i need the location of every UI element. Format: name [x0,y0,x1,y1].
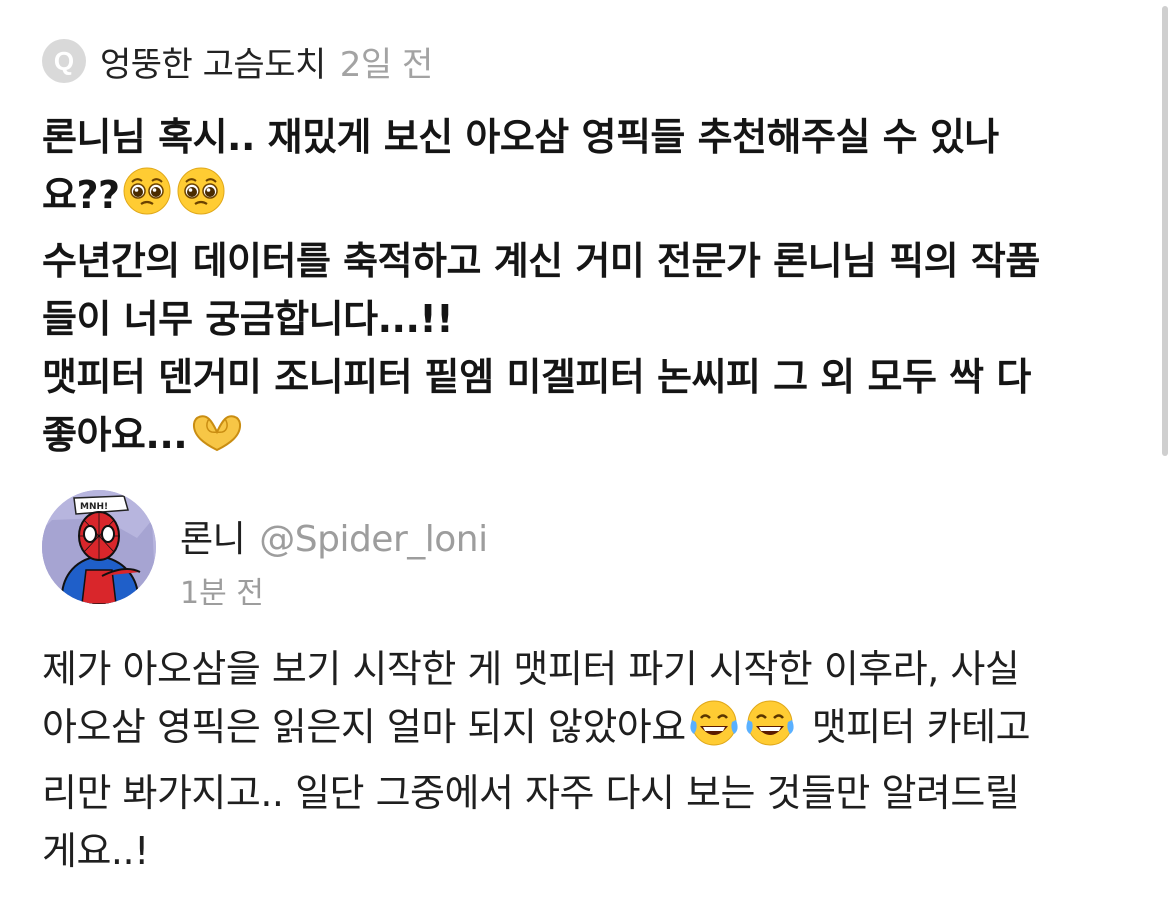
answerer-handle[interactable]: @Spider_loni [259,519,488,560]
question-line: 론니님 혹시.. 재밌게 보신 아오삼 영픽들 추천해주실 수 있나 [42,115,999,159]
question-header: Q 엉뚱한 고슴도치 2일 전 [42,36,433,86]
question-line: 요?? [42,166,1132,232]
pleading-face-icon [176,166,226,232]
q-badge-icon: Q [42,39,86,83]
scrollbar[interactable] [1162,6,1168,456]
pleading-face-icon [122,166,172,232]
question-line: 맷피터 덴거미 조니피터 핕엠 미겔피터 논씨피 그 외 모두 싹 다 [42,355,1031,399]
tears-of-joy-icon [688,698,740,764]
asker-name: 엉뚱한 고슴도치 [100,44,326,85]
spiderman-avatar[interactable]: MNH! [42,490,156,604]
answered-time: 1분 전 [180,576,264,611]
question-line: 들이 너무 궁금합니다...!! [42,297,454,341]
svg-text:MNH!: MNH! [80,502,108,512]
answer-header: MNH! 론니 @Spider_loni 1분 전 [42,490,488,612]
answer-line: 게요..! [42,829,149,873]
answer-line: 제가 아오삼을 보기 시작한 게 맷피터 파기 시작한 이후라, 사실 [42,647,1020,691]
answer-text: 제가 아오삼을 보기 시작한 게 맷피터 파기 시작한 이후라, 사실 아오삼 … [42,640,1137,880]
heart-hands-icon [189,410,245,472]
question-line: 수년간의 데이터를 축적하고 계신 거미 전문가 론니님 픽의 작품 [42,239,1040,283]
question-text: 론니님 혹시.. 재밌게 보신 아오삼 영픽들 추천해주실 수 있나 요?? 수… [42,108,1132,472]
answerer-info: 론니 @Spider_loni 1분 전 [180,510,488,612]
answer-line: 리만 봐가지고.. 일단 그중에서 자주 다시 보는 것들만 알려드릴 [42,771,1020,815]
tears-of-joy-icon [744,698,796,764]
asked-time: 2일 전 [339,44,434,85]
answerer-name[interactable]: 론니 [180,510,246,562]
question-line: 좋아요... [42,406,1132,472]
answer-line: 아오삼 영픽은 읽은지 얼마 되지 않았아요 맷피터 카테고 [42,698,1137,764]
